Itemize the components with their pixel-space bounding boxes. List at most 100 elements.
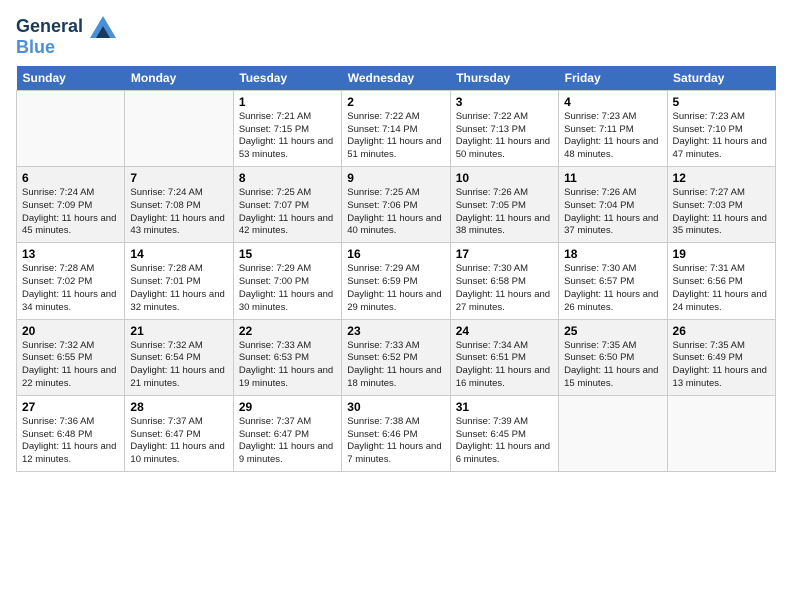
cell-info: Sunrise: 7:33 AMSunset: 6:53 PMDaylight:… <box>239 340 336 391</box>
cell-info: Sunrise: 7:25 AMSunset: 7:06 PMDaylight:… <box>347 187 444 238</box>
date-number: 11 <box>564 171 661 185</box>
logo-general: General <box>16 16 83 36</box>
date-number: 29 <box>239 400 336 414</box>
date-number: 9 <box>347 171 444 185</box>
date-number: 20 <box>22 324 119 338</box>
cell-info: Sunrise: 7:23 AMSunset: 7:11 PMDaylight:… <box>564 111 661 162</box>
calendar-cell: 12Sunrise: 7:27 AMSunset: 7:03 PMDayligh… <box>667 167 775 243</box>
calendar-cell: 15Sunrise: 7:29 AMSunset: 7:00 PMDayligh… <box>233 243 341 319</box>
date-number: 28 <box>130 400 227 414</box>
cell-info: Sunrise: 7:38 AMSunset: 6:46 PMDaylight:… <box>347 416 444 467</box>
calendar-cell: 2Sunrise: 7:22 AMSunset: 7:14 PMDaylight… <box>342 90 450 166</box>
page-header: General Blue <box>16 16 776 58</box>
cell-info: Sunrise: 7:34 AMSunset: 6:51 PMDaylight:… <box>456 340 553 391</box>
day-header-tuesday: Tuesday <box>233 66 341 91</box>
day-header-thursday: Thursday <box>450 66 558 91</box>
cell-info: Sunrise: 7:28 AMSunset: 7:01 PMDaylight:… <box>130 263 227 314</box>
date-number: 25 <box>564 324 661 338</box>
week-row-5: 27 Sunrise: 7:36 AMSunset: 6:48 PMDayligh… <box>17 395 776 471</box>
date-number: 3 <box>456 95 553 109</box>
cell-info: Sunrise: 7:32 AMSunset: 6:54 PMDaylight:… <box>130 340 227 391</box>
calendar-cell <box>667 395 775 471</box>
calendar-cell: 18 Sunrise: 7:30 AMSunset: 6:57 PMDayligh… <box>559 243 667 319</box>
date-number: 10 <box>456 171 553 185</box>
calendar-cell: 21 Sunrise: 7:32 AMSunset: 6:54 PMDayligh… <box>125 319 233 395</box>
date-number: 6 <box>22 171 119 185</box>
cell-info: Sunrise: 7:33 AMSunset: 6:52 PMDaylight:… <box>347 340 444 391</box>
cell-info: Sunrise: 7:35 AMSunset: 6:49 PMDaylight:… <box>673 340 770 391</box>
cell-info: Sunrise: 7:27 AMSunset: 7:03 PMDaylight:… <box>673 187 770 238</box>
week-row-2: 6 Sunrise: 7:24 AMSunset: 7:09 PMDaylight… <box>17 167 776 243</box>
cell-info: Sunrise: 7:28 AMSunset: 7:02 PMDaylight:… <box>22 263 119 314</box>
date-number: 21 <box>130 324 227 338</box>
day-header-friday: Friday <box>559 66 667 91</box>
cell-info: Sunrise: 7:30 AMSunset: 6:57 PMDaylight:… <box>564 263 661 314</box>
date-number: 2 <box>347 95 444 109</box>
logo-blue: Blue <box>16 38 116 58</box>
calendar-cell: 29 Sunrise: 7:37 AMSunset: 6:47 PMDayligh… <box>233 395 341 471</box>
calendar-cell: 5Sunrise: 7:23 AMSunset: 7:10 PMDaylight… <box>667 90 775 166</box>
cell-info: Sunrise: 7:31 AMSunset: 6:56 PMDaylight:… <box>673 263 770 314</box>
calendar-cell: 4 Sunrise: 7:23 AMSunset: 7:11 PMDaylight… <box>559 90 667 166</box>
date-number: 15 <box>239 247 336 261</box>
date-number: 1 <box>239 95 336 109</box>
calendar-cell: 14Sunrise: 7:28 AMSunset: 7:01 PMDayligh… <box>125 243 233 319</box>
header-row: SundayMondayTuesdayWednesdayThursdayFrid… <box>17 66 776 91</box>
date-number: 4 <box>564 95 661 109</box>
day-header-monday: Monday <box>125 66 233 91</box>
calendar-cell: 9 Sunrise: 7:25 AMSunset: 7:06 PMDaylight… <box>342 167 450 243</box>
date-number: 30 <box>347 400 444 414</box>
calendar-page: General Blue SundayMondayTuesdayWednesda… <box>0 0 792 612</box>
calendar-cell <box>559 395 667 471</box>
calendar-cell <box>125 90 233 166</box>
calendar-cell: 30 Sunrise: 7:38 AMSunset: 6:46 PMDayligh… <box>342 395 450 471</box>
date-number: 16 <box>347 247 444 261</box>
calendar-cell: 6 Sunrise: 7:24 AMSunset: 7:09 PMDaylight… <box>17 167 125 243</box>
date-number: 18 <box>564 247 661 261</box>
calendar-cell: 23 Sunrise: 7:33 AMSunset: 6:52 PMDayligh… <box>342 319 450 395</box>
calendar-cell: 20Sunrise: 7:32 AMSunset: 6:55 PMDayligh… <box>17 319 125 395</box>
calendar-cell: 1Sunrise: 7:21 AMSunset: 7:15 PMDaylight… <box>233 90 341 166</box>
date-number: 27 <box>22 400 119 414</box>
week-row-3: 13 Sunrise: 7:28 AMSunset: 7:02 PMDayligh… <box>17 243 776 319</box>
calendar-cell: 13 Sunrise: 7:28 AMSunset: 7:02 PMDayligh… <box>17 243 125 319</box>
date-number: 22 <box>239 324 336 338</box>
date-number: 17 <box>456 247 553 261</box>
date-number: 7 <box>130 171 227 185</box>
cell-info: Sunrise: 7:29 AMSunset: 6:59 PMDaylight:… <box>347 263 444 314</box>
date-number: 26 <box>673 324 770 338</box>
cell-info: Sunrise: 7:24 AMSunset: 7:09 PMDaylight:… <box>22 187 119 238</box>
cell-info: Sunrise: 7:35 AMSunset: 6:50 PMDaylight:… <box>564 340 661 391</box>
date-number: 23 <box>347 324 444 338</box>
calendar-cell: 8Sunrise: 7:25 AMSunset: 7:07 PMDaylight… <box>233 167 341 243</box>
cell-info: Sunrise: 7:36 AMSunset: 6:48 PMDaylight:… <box>22 416 119 467</box>
calendar-cell: 22 Sunrise: 7:33 AMSunset: 6:53 PMDayligh… <box>233 319 341 395</box>
week-row-4: 20Sunrise: 7:32 AMSunset: 6:55 PMDayligh… <box>17 319 776 395</box>
cell-info: Sunrise: 7:37 AMSunset: 6:47 PMDaylight:… <box>239 416 336 467</box>
cell-info: Sunrise: 7:26 AMSunset: 7:05 PMDaylight:… <box>456 187 553 238</box>
calendar-cell: 17 Sunrise: 7:30 AMSunset: 6:58 PMDayligh… <box>450 243 558 319</box>
calendar-cell: 10 Sunrise: 7:26 AMSunset: 7:05 PMDayligh… <box>450 167 558 243</box>
calendar-cell <box>17 90 125 166</box>
calendar-cell: 24Sunrise: 7:34 AMSunset: 6:51 PMDayligh… <box>450 319 558 395</box>
calendar-cell: 7 Sunrise: 7:24 AMSunset: 7:08 PMDaylight… <box>125 167 233 243</box>
calendar-cell: 26 Sunrise: 7:35 AMSunset: 6:49 PMDayligh… <box>667 319 775 395</box>
calendar-cell: 25 Sunrise: 7:35 AMSunset: 6:50 PMDayligh… <box>559 319 667 395</box>
date-number: 13 <box>22 247 119 261</box>
calendar-cell: 16 Sunrise: 7:29 AMSunset: 6:59 PMDayligh… <box>342 243 450 319</box>
cell-info: Sunrise: 7:30 AMSunset: 6:58 PMDaylight:… <box>456 263 553 314</box>
cell-info: Sunrise: 7:22 AMSunset: 7:13 PMDaylight:… <box>456 111 553 162</box>
calendar-cell: 19 Sunrise: 7:31 AMSunset: 6:56 PMDayligh… <box>667 243 775 319</box>
logo-text: General <box>16 16 116 38</box>
week-row-1: 1Sunrise: 7:21 AMSunset: 7:15 PMDaylight… <box>17 90 776 166</box>
calendar-cell: 27 Sunrise: 7:36 AMSunset: 6:48 PMDayligh… <box>17 395 125 471</box>
cell-info: Sunrise: 7:25 AMSunset: 7:07 PMDaylight:… <box>239 187 336 238</box>
date-number: 19 <box>673 247 770 261</box>
calendar-cell: 31Sunrise: 7:39 AMSunset: 6:45 PMDayligh… <box>450 395 558 471</box>
logo: General Blue <box>16 16 116 58</box>
calendar-table: SundayMondayTuesdayWednesdayThursdayFrid… <box>16 66 776 472</box>
cell-info: Sunrise: 7:24 AMSunset: 7:08 PMDaylight:… <box>130 187 227 238</box>
calendar-cell: 11Sunrise: 7:26 AMSunset: 7:04 PMDayligh… <box>559 167 667 243</box>
day-header-saturday: Saturday <box>667 66 775 91</box>
logo-icon <box>90 16 116 38</box>
